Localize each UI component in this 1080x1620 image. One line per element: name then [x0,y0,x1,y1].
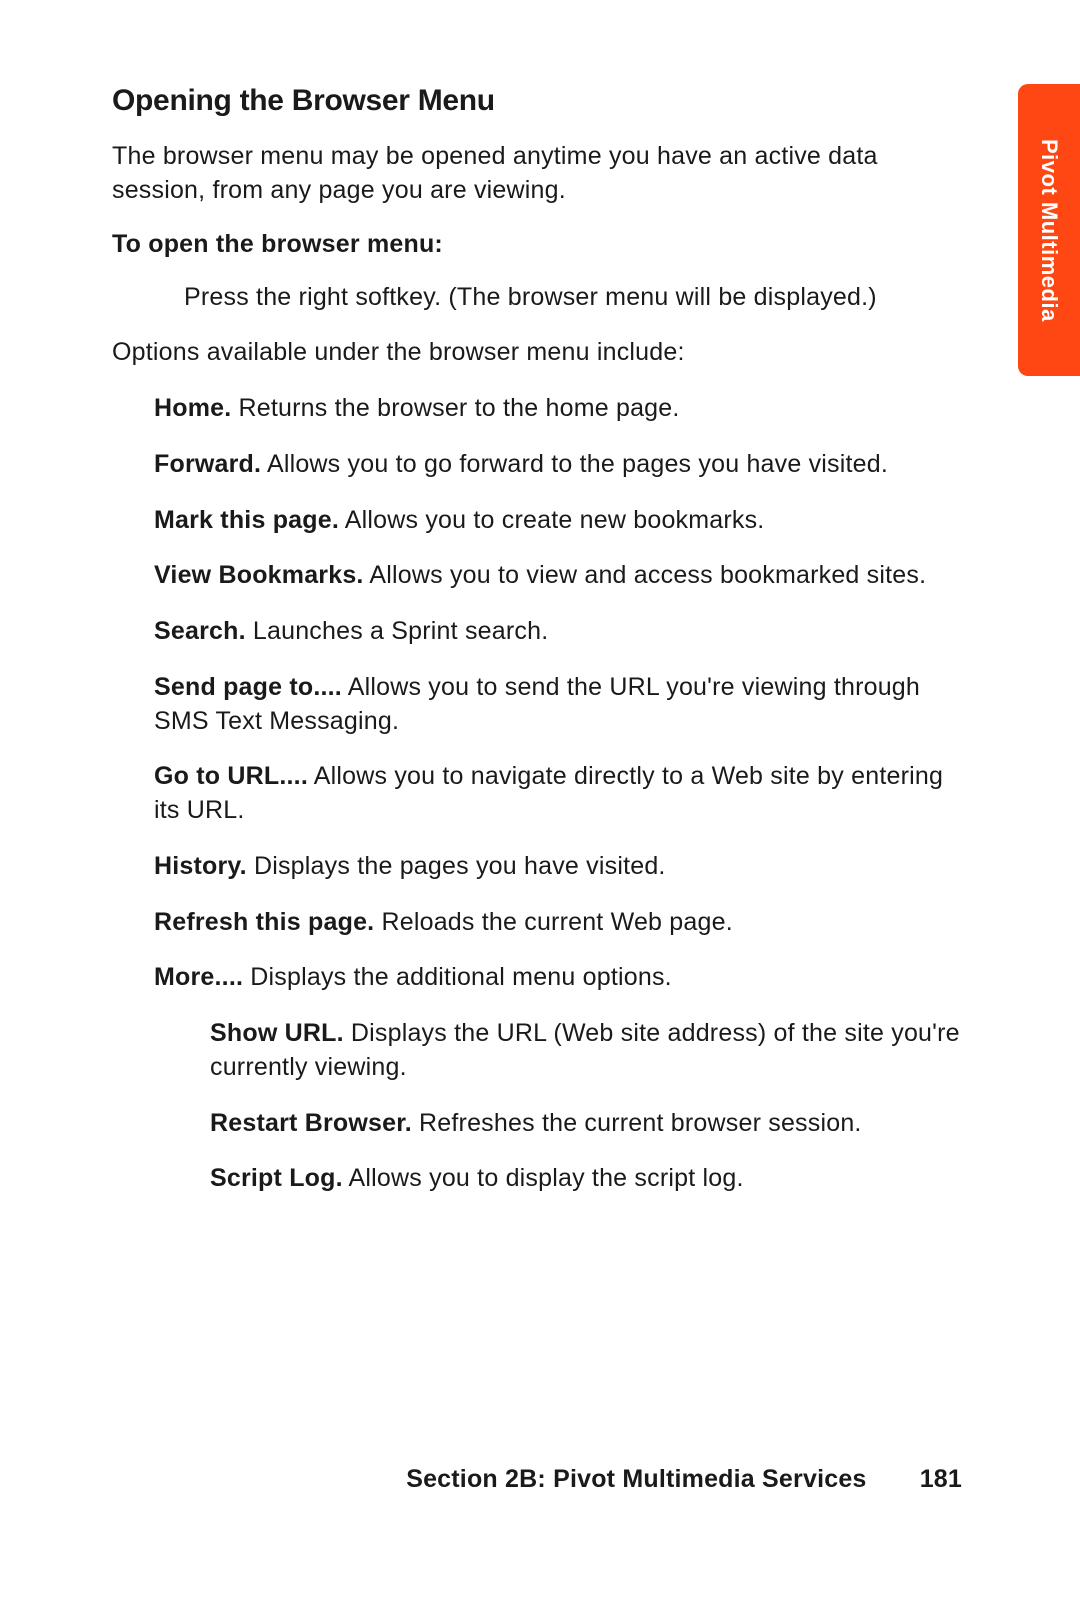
option-name: Send page to.... [154,673,342,701]
option-desc: Displays the additional menu options. [243,963,672,991]
option-item: Refresh this page. Reloads the current W… [154,906,960,940]
page-heading: Opening the Browser Menu [112,84,960,118]
option-item: Forward. Allows you to go forward to the… [154,448,960,482]
option-desc: Allows you to view and access bookmarked… [364,561,927,589]
option-item: Search. Launches a Sprint search. [154,615,960,649]
subheading: To open the browser menu: [112,230,960,259]
option-name: View Bookmarks. [154,561,364,589]
sub-option-item: Script Log. Allows you to display the sc… [210,1162,960,1196]
sub-option-name: Restart Browser. [210,1109,412,1137]
option-name: Mark this page. [154,506,339,534]
option-name: Search. [154,617,246,645]
option-name: More.... [154,963,243,991]
option-item: Home. Returns the browser to the home pa… [154,392,960,426]
options-list: Home. Returns the browser to the home pa… [112,392,960,1196]
option-item: History. Displays the pages you have vis… [154,850,960,884]
option-name: History. [154,852,247,880]
intro-paragraph: The browser menu may be opened anytime y… [112,140,960,208]
option-desc: Allows you to go forward to the pages yo… [261,450,888,478]
option-name: Forward. [154,450,261,478]
option-name: Home. [154,394,231,422]
footer-section-label: Section 2B: Pivot Multimedia Services [406,1465,866,1493]
sub-option-desc: Allows you to display the script log. [343,1164,744,1192]
section-side-tab: Pivot Multimedia [1018,84,1080,376]
page-number: 181 [920,1465,962,1493]
option-item: Send page to.... Allows you to send the … [154,671,960,739]
instruction-step: Press the right softkey. (The browser me… [112,281,960,315]
option-item: Go to URL.... Allows you to navigate dir… [154,760,960,828]
sub-option-name: Show URL. [210,1019,344,1047]
page-footer: Section 2B: Pivot Multimedia Services 18… [406,1465,962,1494]
option-desc: Launches a Sprint search. [246,617,549,645]
option-item: Mark this page. Allows you to create new… [154,504,960,538]
sub-option-name: Script Log. [210,1164,343,1192]
option-name: Go to URL.... [154,762,308,790]
side-tab-label: Pivot Multimedia [1036,139,1062,322]
page: Pivot Multimedia Opening the Browser Men… [0,0,1080,1620]
sub-option-desc: Refreshes the current browser session. [412,1109,862,1137]
sub-option-item: Restart Browser. Refreshes the current b… [210,1107,960,1141]
option-desc: Reloads the current Web page. [374,908,733,936]
option-item: View Bookmarks. Allows you to view and a… [154,559,960,593]
option-desc: Returns the browser to the home page. [231,394,679,422]
option-name: Refresh this page. [154,908,374,936]
option-item: More.... Displays the additional menu op… [154,961,960,995]
option-desc: Allows you to create new bookmarks. [339,506,764,534]
option-desc: Displays the pages you have visited. [247,852,666,880]
sub-option-item: Show URL. Displays the URL (Web site add… [210,1017,960,1085]
options-lead: Options available under the browser menu… [112,336,960,370]
more-sublist: Show URL. Displays the URL (Web site add… [154,1017,960,1196]
